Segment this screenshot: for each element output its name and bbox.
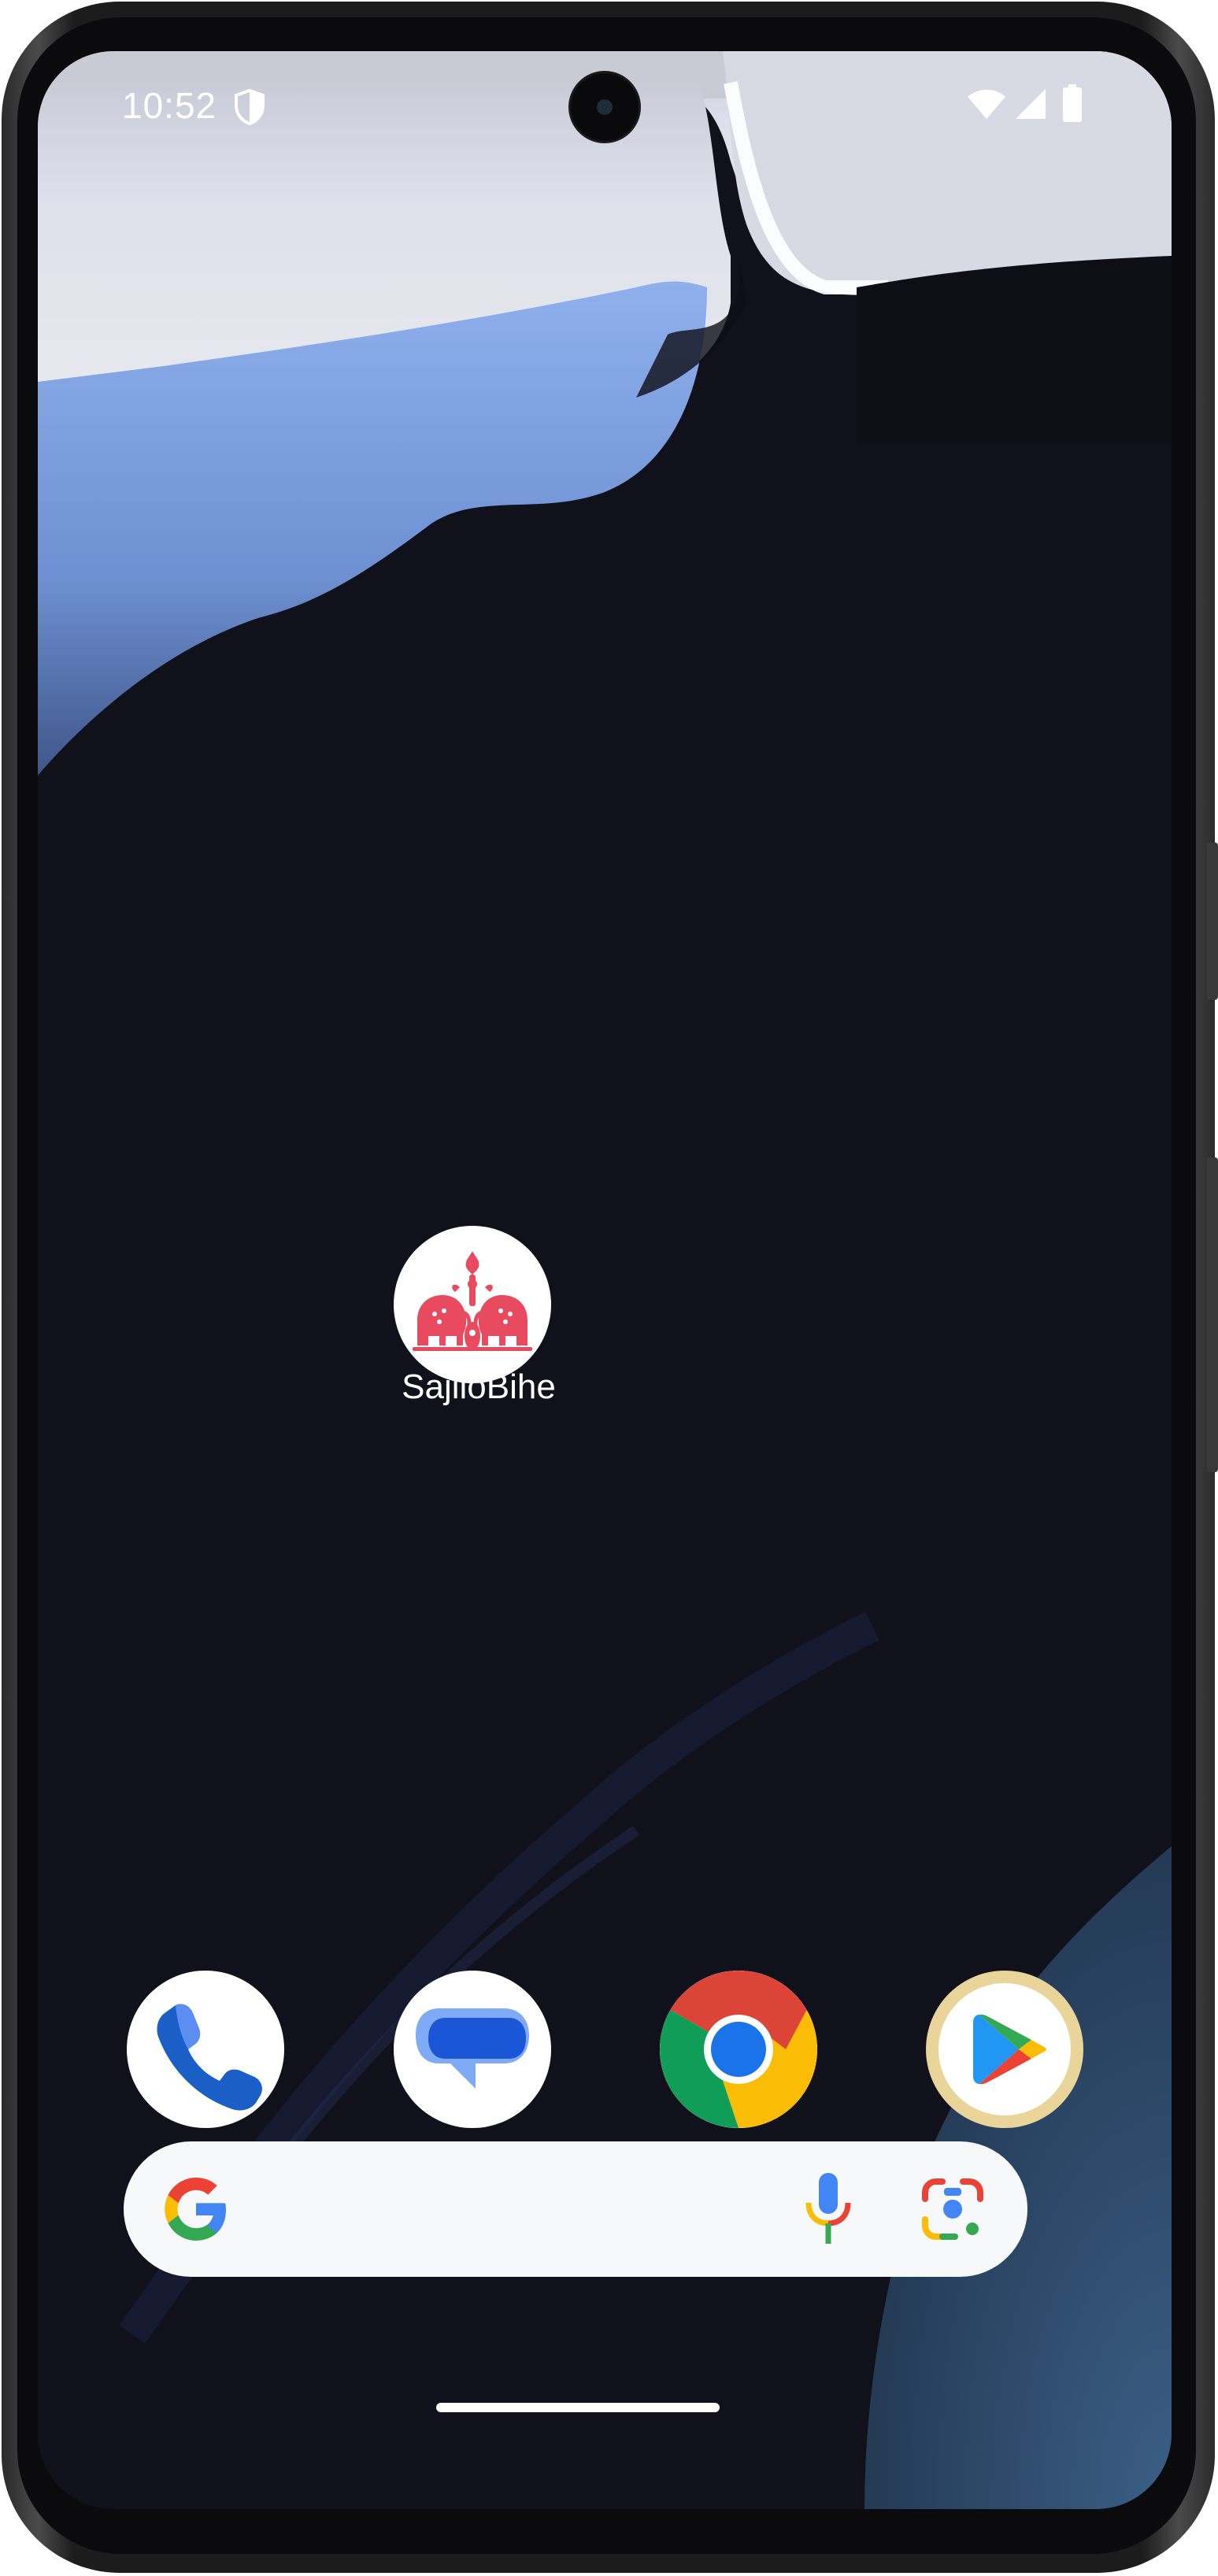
google-g-icon (165, 2178, 226, 2241)
play-store-app-icon[interactable] (926, 1971, 1083, 2128)
camera-lens (597, 99, 613, 115)
front-camera (571, 73, 639, 141)
mic-icon[interactable] (801, 2171, 856, 2247)
phone-app-icon[interactable] (127, 1971, 284, 2128)
messages-app-icon[interactable] (394, 1971, 551, 2128)
sajilobihe-app-icon[interactable] (394, 1226, 551, 1383)
chrome-icon (660, 1971, 817, 2128)
phone-frame: 10:52 SajiloBihe (0, 0, 1218, 2576)
play-store-icon (938, 1983, 1071, 2115)
volume-button (1207, 1157, 1218, 1472)
status-bar: 10:52 (38, 51, 1172, 169)
chrome-app-icon[interactable] (660, 1971, 817, 2128)
cell-signal-icon (1016, 89, 1046, 119)
google-search-bar[interactable] (124, 2141, 1027, 2277)
messages-icon (416, 2008, 529, 2089)
phone-icon (157, 2004, 262, 2111)
wifi-icon (968, 90, 1005, 119)
google-lens-icon[interactable] (920, 2177, 985, 2241)
battery-icon (1063, 84, 1082, 122)
power-button (1207, 842, 1218, 1000)
status-time: 10:52 (122, 85, 217, 126)
navigation-gesture-bar[interactable] (436, 2403, 720, 2412)
wallpaper (38, 51, 1172, 2509)
vpn-shield-icon (235, 88, 265, 126)
sajilobihe-elephant-logo (413, 1251, 532, 1351)
sajilobihe-app-label[interactable]: SajiloBihe (345, 1368, 613, 1407)
home-screen: 10:52 SajiloBihe (38, 51, 1172, 2509)
